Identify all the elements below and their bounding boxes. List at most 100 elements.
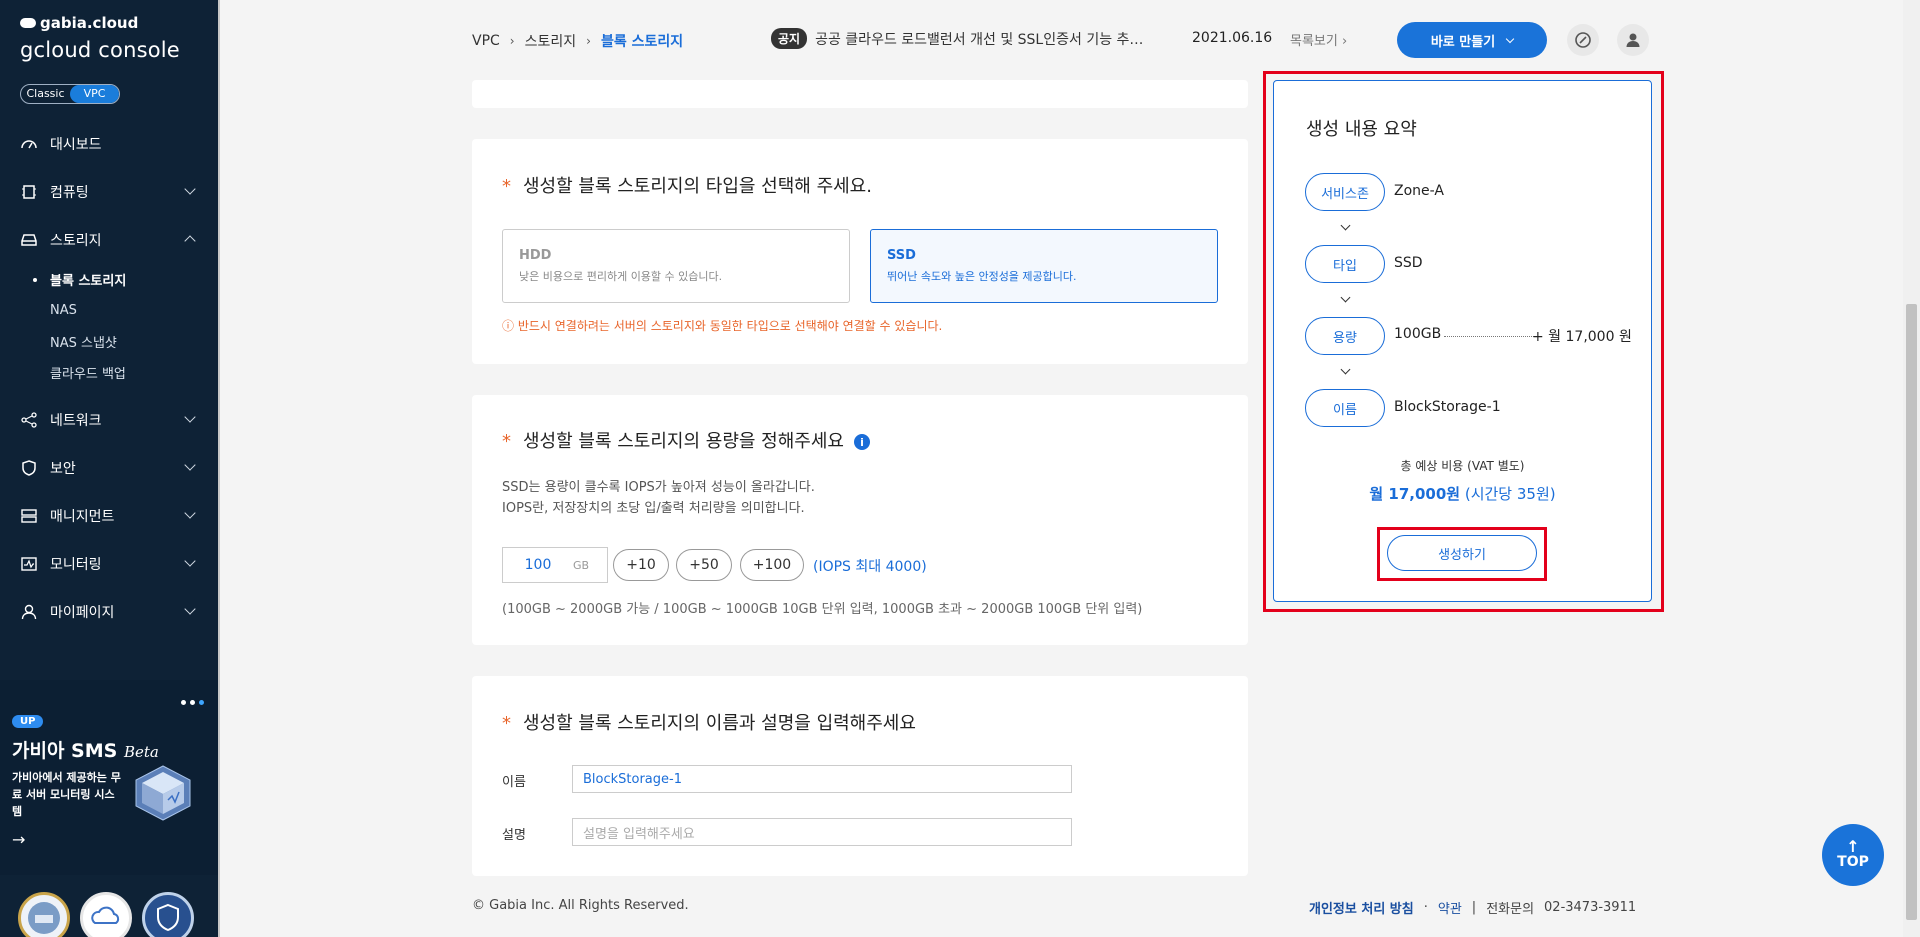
summary-step-zone: 서비스존	[1305, 173, 1385, 211]
mode-classic[interactable]: Classic	[21, 85, 70, 103]
notice-tag: 공지	[771, 28, 808, 49]
capacity-add-10-button[interactable]: +10	[613, 549, 669, 581]
type-option-ssd[interactable]: SSD 뛰어난 속도와 높은 안정성을 제공합니다.	[870, 229, 1218, 303]
sidebar-item-monitoring[interactable]: 모니터링	[0, 540, 218, 588]
arrow-up-icon: ↑	[1846, 837, 1860, 856]
name-section-card: * 생성할 블록 스토리지의 이름과 설명을 입력해주세요 이름 BlockSto…	[472, 676, 1248, 876]
desc-label: 설명	[502, 828, 526, 843]
quick-create-button[interactable]: 바로 만들기	[1397, 22, 1547, 58]
promo-badge: UP	[12, 715, 44, 728]
footer-copyright: © Gabia Inc. All Rights Reserved.	[472, 898, 689, 913]
sidebar-item-storage[interactable]: 스토리지	[0, 216, 218, 264]
cloud-icon	[20, 18, 36, 28]
monitor-icon	[20, 555, 38, 573]
iops-max: (IOPS 최대 4000)	[813, 559, 927, 575]
brand-logo-small[interactable]: gabia.cloud	[20, 14, 138, 32]
summary-name-value: BlockStorage-1	[1394, 399, 1501, 415]
contact-label: 전화문의	[1486, 902, 1535, 917]
type-option-hdd[interactable]: HDD 낮은 비용으로 편리하게 이용할 수 있습니다.	[502, 229, 850, 303]
sidebar-item-computing[interactable]: 컴퓨팅	[0, 168, 218, 216]
mode-vpc[interactable]: VPC	[70, 85, 119, 103]
sidebar-sub-block-storage[interactable]: 블록 스토리지	[0, 264, 218, 295]
sidebar-border	[218, 0, 220, 937]
capacity-add-100-button[interactable]: +100	[740, 549, 804, 581]
name-label: 이름	[502, 775, 526, 790]
breadcrumb: VPC › 스토리지 › 블록 스토리지	[472, 31, 683, 51]
terms-link[interactable]: 약관	[1438, 898, 1462, 917]
chevron-down-icon	[1340, 364, 1351, 375]
name-input[interactable]: BlockStorage-1	[572, 765, 1072, 793]
notice-date: 2021.06.16	[1192, 30, 1273, 46]
network-icon	[20, 411, 38, 429]
summary-step-type: 타입	[1305, 245, 1385, 283]
notice-text[interactable]: 공공 클라우드 로드밸런서 개선 및 SSL인증서 기능 추…	[815, 29, 1199, 49]
sidebar-item-network[interactable]: 네트워크	[0, 396, 218, 444]
scrollbar-thumb[interactable]	[1906, 304, 1917, 920]
promo-desc: 가비아에서 제공하는 무료 서버 모니터링 시스템	[12, 771, 121, 818]
notice-list-link[interactable]: 목록보기 ›	[1290, 30, 1347, 49]
chevron-up-icon	[184, 235, 196, 247]
promo-banner[interactable]: UP 가비아 SMS Beta 가비아에서 제공하는 무료 서버 모니터링 시스…	[0, 680, 218, 875]
desc-input[interactable]: 설명을 입력해주세요	[572, 818, 1072, 846]
chat-icon[interactable]	[1567, 24, 1599, 56]
breadcrumb-separator: ›	[586, 34, 591, 48]
summary-capacity-value: 100GB	[1394, 326, 1442, 342]
cert-badge-icon	[18, 892, 70, 937]
mode-toggle[interactable]: Classic VPC	[20, 84, 120, 104]
breadcrumb-block-storage: 블록 스토리지	[600, 34, 684, 50]
server-illustration-icon	[135, 765, 191, 821]
arrow-right-icon[interactable]: →	[12, 830, 25, 849]
capacity-section-title: * 생성할 블록 스토리지의 용량을 정해주세요 i	[502, 427, 870, 453]
chevron-down-icon	[184, 183, 196, 195]
type-warning: ⓘ 반드시 연결하려는 서버의 스토리지와 동일한 타입으로 선택해야 연결할 …	[502, 319, 943, 333]
breadcrumb-vpc[interactable]: VPC	[472, 33, 500, 49]
csap-badge-icon	[142, 892, 194, 937]
summary-zone-value: Zone-A	[1394, 183, 1444, 199]
chip-icon	[20, 183, 38, 201]
capacity-input[interactable]: 100 GB	[502, 547, 608, 583]
promo-title: 가비아 SMS Beta	[12, 740, 159, 762]
certification-badges	[18, 892, 194, 937]
brand-logo-main[interactable]: gcloud console	[20, 38, 180, 62]
scroll-top-button[interactable]: ↑ TOP	[1822, 824, 1884, 886]
carousel-dots[interactable]	[181, 700, 204, 705]
breadcrumb-storage[interactable]: 스토리지	[525, 31, 577, 51]
type-section-card: * 생성할 블록 스토리지의 타입을 선택해 주세요. HDD 낮은 비용으로 편…	[472, 139, 1248, 364]
chevron-down-icon	[184, 603, 196, 615]
summary-step-name: 이름	[1305, 389, 1385, 427]
storage-icon	[20, 231, 38, 249]
name-section-title: * 생성할 블록 스토리지의 이름과 설명을 입력해주세요	[502, 713, 916, 734]
info-icon[interactable]: i	[853, 434, 870, 450]
sidebar-item-security[interactable]: 보안	[0, 444, 218, 492]
chevron-down-icon	[184, 507, 196, 519]
chevron-down-icon	[1340, 220, 1351, 231]
summary-panel: 생성 내용 요약 서비스존 Zone-A 타입 SSD 용량 100GB + 월…	[1273, 80, 1652, 602]
footer-links: 개인정보 처리 방침 · 약관 | 전화문의 02-3473-3911	[1309, 898, 1637, 917]
dotted-leader	[1444, 336, 1534, 337]
sidebar-item-management[interactable]: 매니지먼트	[0, 492, 218, 540]
sidebar-sub-nas-snapshot[interactable]: NAS 스냅샷	[0, 326, 218, 357]
capacity-add-50-button[interactable]: +50	[676, 549, 732, 581]
sidebar-item-dashboard[interactable]: 대시보드	[0, 120, 218, 168]
sidebar: gabia.cloud gcloud console Classic VPC 대…	[0, 0, 218, 937]
chevron-down-icon	[1340, 292, 1351, 303]
summary-type-value: SSD	[1394, 255, 1423, 271]
chevron-down-icon	[184, 459, 196, 471]
chevron-down-icon	[184, 555, 196, 567]
notice-banner[interactable]: 공지 공공 클라우드 로드밸런서 개선 및 SSL인증서 기능 추…	[771, 28, 1199, 49]
sidebar-sub-cloud-backup[interactable]: 클라우드 백업	[0, 357, 218, 388]
management-icon	[20, 507, 38, 525]
user-icon	[20, 603, 38, 621]
chevron-down-icon	[1505, 34, 1515, 43]
summary-title: 생성 내용 요약	[1306, 119, 1417, 140]
privacy-policy-link[interactable]: 개인정보 처리 방침	[1309, 898, 1414, 917]
type-section-title: * 생성할 블록 스토리지의 타입을 선택해 주세요.	[502, 176, 872, 197]
cloud-service-badge-icon	[80, 892, 132, 937]
previous-section-card	[472, 80, 1248, 108]
summary-step-capacity: 용량	[1305, 317, 1385, 355]
sidebar-nav: 대시보드 컴퓨팅 스토리지 블록 스토리지 NAS NAS 스냅샷 클라우드 백…	[0, 120, 218, 636]
sidebar-item-mypage[interactable]: 마이페이지	[0, 588, 218, 636]
user-profile-icon[interactable]	[1617, 24, 1649, 56]
sidebar-sub-nas[interactable]: NAS	[0, 295, 218, 326]
create-submit-button[interactable]: 생성하기	[1387, 535, 1537, 571]
